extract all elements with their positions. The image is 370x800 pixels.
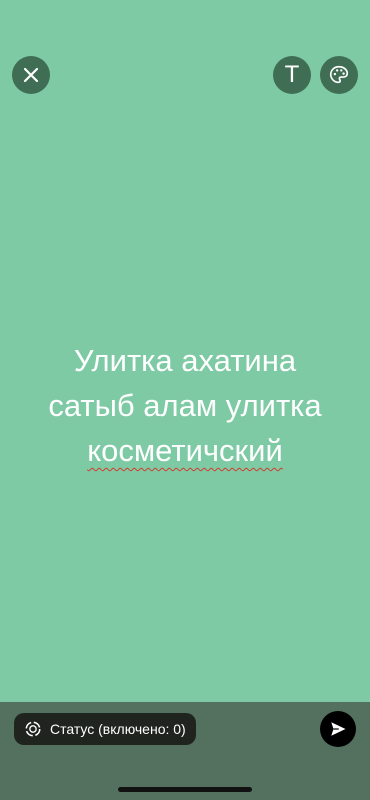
status-text-line-1: Улитка ахатина	[73, 343, 297, 378]
color-palette-button[interactable]	[320, 56, 358, 94]
status-text-line-2: сатыб алам улитка	[48, 388, 322, 423]
send-icon	[331, 722, 346, 736]
close-icon	[23, 67, 39, 83]
palette-icon	[329, 65, 349, 84]
status-ring-icon	[25, 721, 41, 737]
status-audience-button[interactable]: Статус (включено: 0)	[14, 713, 196, 745]
status-text[interactable]: Улитка ахатина сатыб алам улитка космети…	[20, 338, 350, 473]
bottom-bar: Статус (включено: 0)	[0, 702, 370, 800]
close-button[interactable]	[12, 56, 50, 94]
status-audience-label: Статус (включено: 0)	[50, 721, 186, 737]
text-style-button[interactable]: T	[273, 56, 311, 94]
status-text-line-3: косметичский	[87, 433, 283, 468]
home-indicator	[118, 787, 252, 792]
text-icon: T	[284, 61, 300, 88]
send-button[interactable]	[320, 711, 356, 747]
